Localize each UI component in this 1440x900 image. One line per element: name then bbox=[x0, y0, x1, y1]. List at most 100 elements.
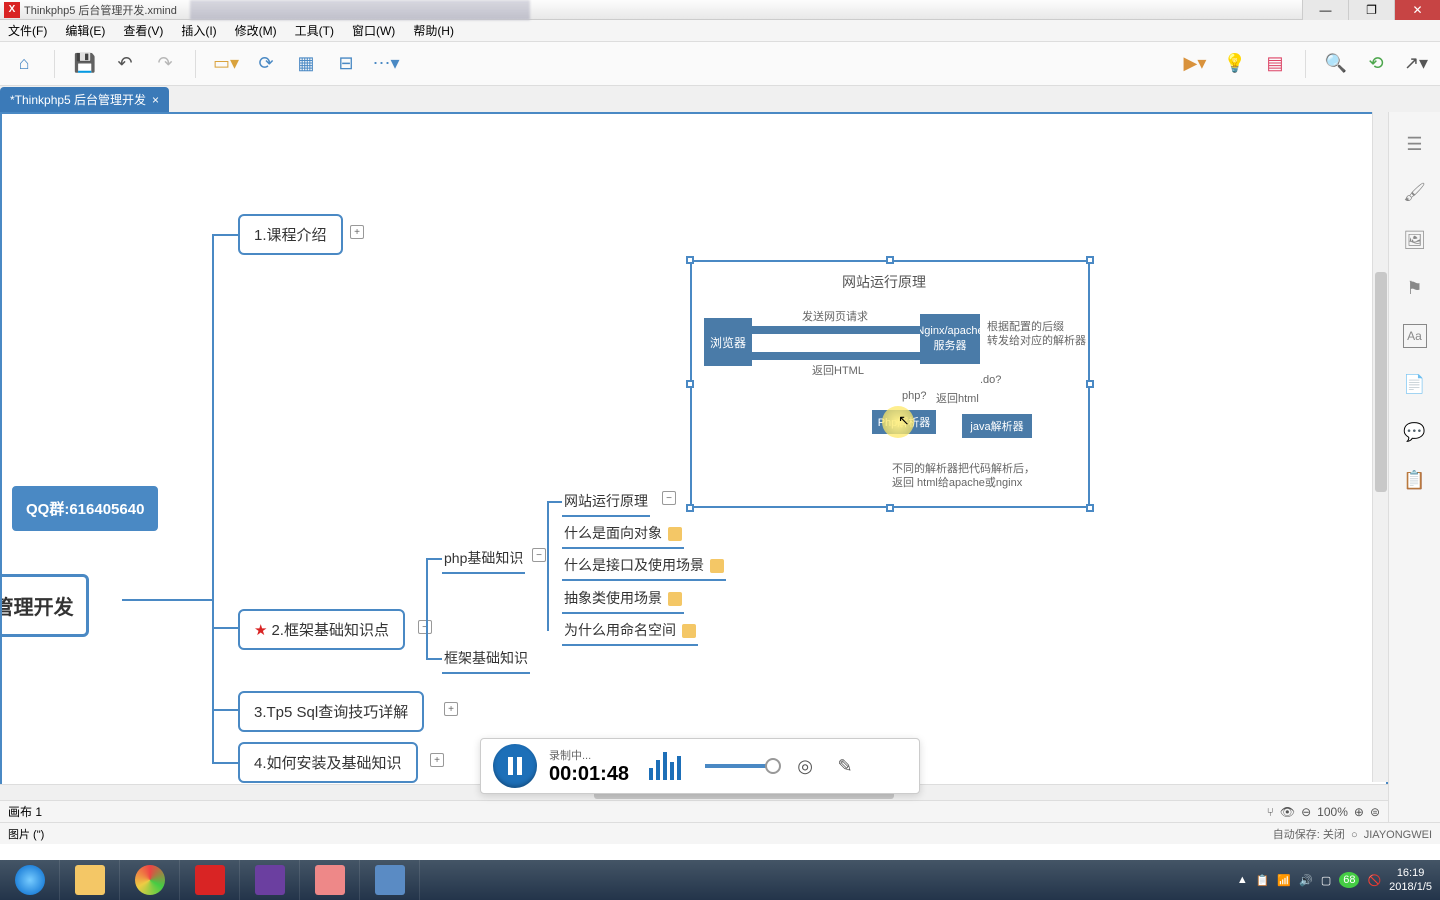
minimize-button[interactable]: — bbox=[1302, 0, 1348, 20]
tray-icon[interactable]: ▢ bbox=[1321, 874, 1331, 887]
server-box: Nginx/apache服务器 bbox=[920, 314, 980, 364]
phpstorm-icon[interactable] bbox=[240, 860, 300, 900]
menu-view[interactable]: 查看(V) bbox=[119, 22, 167, 39]
clock-date: 2018/1/5 bbox=[1389, 880, 1432, 894]
resize-handle[interactable] bbox=[686, 256, 694, 264]
document-tab[interactable]: *Thinkphp5 后台管理开发 × bbox=[0, 87, 169, 112]
resize-handle[interactable] bbox=[1086, 504, 1094, 512]
redo-icon[interactable]: ↷ bbox=[149, 48, 181, 80]
zoom-fit-icon[interactable]: ⊜ bbox=[1370, 805, 1380, 819]
sub-framework-basics[interactable]: 框架基础知识 bbox=[442, 644, 530, 674]
close-button[interactable]: ✕ bbox=[1394, 0, 1440, 20]
image-icon[interactable]: 🖼 bbox=[1403, 228, 1427, 252]
tab-close-icon[interactable]: × bbox=[152, 93, 159, 107]
recorder-widget[interactable]: 录制中... 00:01:48 ◎ ✎ bbox=[480, 738, 920, 794]
scrollbar-thumb[interactable] bbox=[1375, 272, 1387, 492]
notes-icon[interactable]: 📄 bbox=[1403, 372, 1427, 396]
boundary-icon[interactable]: ▦ bbox=[290, 48, 322, 80]
tray-icon[interactable]: 🔊 bbox=[1299, 874, 1313, 887]
chrome-icon[interactable] bbox=[120, 860, 180, 900]
sub-namespace[interactable]: 为什么用命名空间 bbox=[562, 616, 698, 646]
resize-handle[interactable] bbox=[886, 504, 894, 512]
collapse-icon[interactable]: − bbox=[532, 548, 546, 562]
tray-icon[interactable]: 📋 bbox=[1256, 874, 1270, 887]
share-icon[interactable]: ⟲ bbox=[1360, 48, 1392, 80]
expand-icon[interactable]: + bbox=[430, 753, 444, 767]
annotate-icon[interactable]: ✎ bbox=[831, 752, 859, 780]
sheet-name[interactable]: 画布 1 bbox=[8, 803, 42, 820]
menu-modify[interactable]: 修改(M) bbox=[231, 22, 281, 39]
tray-icon[interactable]: 📶 bbox=[1277, 874, 1291, 887]
titlebar: X Thinkphp5 后台管理开发.xmind — ❐ ✕ bbox=[0, 0, 1440, 20]
font-icon[interactable]: Aa bbox=[1403, 324, 1427, 348]
recorder-time: 00:01:48 bbox=[549, 763, 629, 786]
volume-slider[interactable] bbox=[705, 764, 775, 768]
sub-oop[interactable]: 什么是面向对象 bbox=[562, 519, 684, 549]
insert-topic-icon[interactable]: ▭▾ bbox=[210, 48, 242, 80]
canvas[interactable]: QQ群:616405640 5 后台管理开发 1.课程介绍 + 2.框架基础知识… bbox=[0, 112, 1388, 802]
sub-abstract[interactable]: 抽象类使用场景 bbox=[562, 584, 684, 614]
webcam-icon[interactable]: ◎ bbox=[791, 752, 819, 780]
node-install[interactable]: 4.如何安装及基础知识 bbox=[238, 742, 418, 783]
idea-icon[interactable]: 💡 bbox=[1219, 48, 1251, 80]
resize-handle[interactable] bbox=[886, 256, 894, 264]
menu-insert[interactable]: 插入(I) bbox=[177, 22, 220, 39]
clock[interactable]: 16:19 2018/1/5 bbox=[1389, 866, 1432, 895]
collapse-icon[interactable]: − bbox=[662, 491, 676, 505]
filter-icon[interactable]: ⑂ bbox=[1267, 805, 1274, 819]
task-icon[interactable]: 📋 bbox=[1403, 468, 1427, 492]
selected-image-frame[interactable]: 网站运行原理 浏览器 Nginx/apache服务器 发送网页请求 返回HTML… bbox=[690, 260, 1090, 508]
app-icon[interactable] bbox=[360, 860, 420, 900]
resize-handle[interactable] bbox=[686, 504, 694, 512]
zoom-out-icon[interactable]: ⊖ bbox=[1301, 805, 1311, 819]
menu-edit[interactable]: 编辑(E) bbox=[61, 22, 109, 39]
root-topic[interactable]: 5 后台管理开发 bbox=[0, 574, 89, 637]
undo-icon[interactable]: ↶ bbox=[109, 48, 141, 80]
vertical-scrollbar[interactable] bbox=[1372, 112, 1388, 782]
audio-level-icon bbox=[649, 752, 689, 780]
zoom-in-icon[interactable]: ⊕ bbox=[1354, 805, 1364, 819]
sub-php-basics[interactable]: php基础知识 bbox=[442, 544, 525, 574]
qq-node[interactable]: QQ群:616405640 bbox=[12, 486, 158, 531]
more-icon[interactable]: ⋯▾ bbox=[370, 48, 402, 80]
menu-tools[interactable]: 工具(T) bbox=[291, 22, 338, 39]
tray-up-icon[interactable]: ▲ bbox=[1237, 874, 1248, 886]
outline-icon[interactable]: ☰ bbox=[1403, 132, 1427, 156]
tray-icon[interactable]: 🚫 bbox=[1367, 874, 1381, 887]
expand-icon[interactable]: + bbox=[350, 225, 364, 239]
resize-handle[interactable] bbox=[686, 380, 694, 388]
maximize-button[interactable]: ❐ bbox=[1348, 0, 1394, 20]
expand-icon[interactable]: + bbox=[444, 702, 458, 716]
resize-handle[interactable] bbox=[1086, 256, 1094, 264]
start-button[interactable] bbox=[0, 860, 60, 900]
node-sql[interactable]: 3.Tp5 Sql查询技巧详解 bbox=[238, 691, 424, 732]
node-framework-basics[interactable]: 2.框架基础知识点 bbox=[238, 609, 405, 650]
menu-file[interactable]: 文件(F) bbox=[4, 22, 51, 39]
diagram-return-html: 返回HTML bbox=[812, 362, 864, 378]
export-icon[interactable]: ↗▾ bbox=[1400, 48, 1432, 80]
comments-icon[interactable]: 💬 bbox=[1403, 420, 1427, 444]
gantt-icon[interactable]: ▤ bbox=[1259, 48, 1291, 80]
explorer-icon[interactable] bbox=[60, 860, 120, 900]
pause-button[interactable] bbox=[493, 744, 537, 788]
sub-web-principle[interactable]: 网站运行原理 bbox=[562, 487, 650, 517]
node-intro[interactable]: 1.课程介绍 bbox=[238, 214, 343, 255]
resize-handle[interactable] bbox=[1086, 380, 1094, 388]
sub-interface[interactable]: 什么是接口及使用场景 bbox=[562, 551, 726, 581]
format-icon[interactable]: 🖌 bbox=[1403, 180, 1427, 204]
collapse-icon[interactable]: − bbox=[418, 620, 432, 634]
save-icon[interactable]: 💾 bbox=[69, 48, 101, 80]
home-icon[interactable]: ⌂ bbox=[8, 48, 40, 80]
xmind-icon[interactable] bbox=[180, 860, 240, 900]
menu-help[interactable]: 帮助(H) bbox=[409, 22, 458, 39]
eye-icon[interactable]: 👁 bbox=[1280, 805, 1295, 819]
search-icon[interactable]: 🔍 bbox=[1320, 48, 1352, 80]
marker-icon[interactable]: ⚑ bbox=[1403, 276, 1427, 300]
presentation-icon[interactable]: ▶▾ bbox=[1179, 48, 1211, 80]
summary-icon[interactable]: ⊟ bbox=[330, 48, 362, 80]
relationship-icon[interactable]: ⟳ bbox=[250, 48, 282, 80]
java-parser-box: java解析器 bbox=[962, 414, 1032, 438]
app-icon[interactable] bbox=[300, 860, 360, 900]
tray-badge[interactable]: 68 bbox=[1339, 872, 1359, 888]
menu-window[interactable]: 窗口(W) bbox=[348, 22, 399, 39]
